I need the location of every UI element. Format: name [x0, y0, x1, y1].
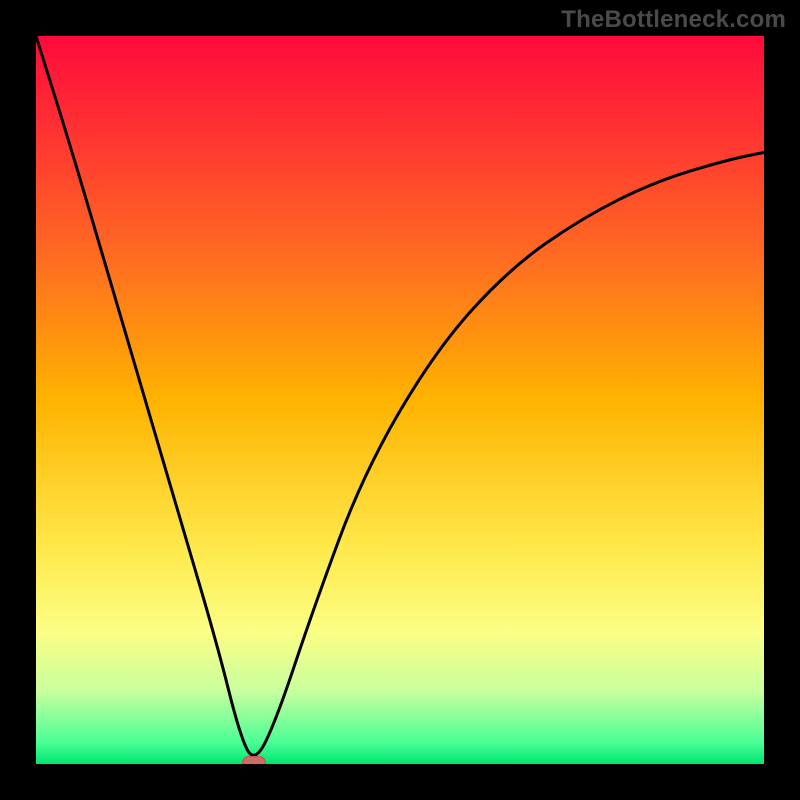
bottleneck-curve: [36, 36, 764, 764]
chart-frame: TheBottleneck.com: [0, 0, 800, 800]
watermark-text: TheBottleneck.com: [561, 6, 786, 34]
plot-area: [36, 36, 764, 764]
optimal-point-marker: [242, 756, 266, 764]
